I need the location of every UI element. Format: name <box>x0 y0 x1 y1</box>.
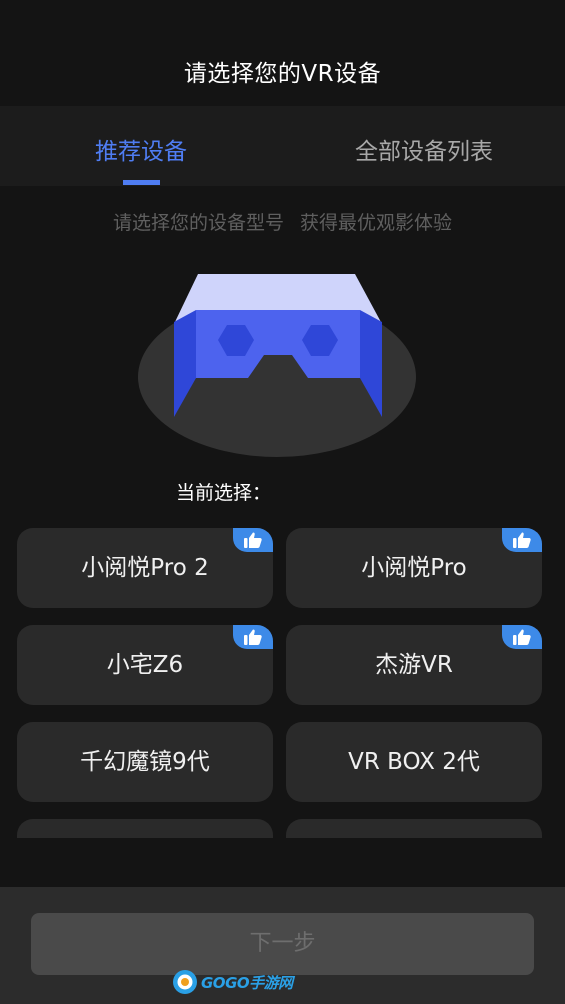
tab-all-devices[interactable]: 全部设备列表 <box>344 132 504 166</box>
watermark: GOGO手游网 <box>172 968 293 996</box>
device-name <box>286 819 542 838</box>
thumbs-up-icon <box>513 532 531 548</box>
device-card[interactable]: VR BOX 2代 <box>286 722 542 802</box>
recommended-badge <box>502 528 542 552</box>
device-card[interactable]: 杰游VR <box>286 625 542 705</box>
recommended-badge <box>233 528 273 552</box>
vr-device-selection-screen: 请选择您的VR设备 推荐设备 全部设备列表 请选择您的设备型号 获得最优观影体验… <box>0 0 565 1004</box>
vr-headset-illustration <box>130 260 430 460</box>
device-card[interactable] <box>286 819 542 838</box>
tab-recommended-devices[interactable]: 推荐设备 <box>81 132 201 166</box>
thumbs-up-icon <box>244 532 262 548</box>
device-card[interactable]: 小宅Z6 <box>17 625 273 705</box>
thumbs-up-icon <box>244 629 262 645</box>
next-step-button[interactable]: 下一步 <box>31 913 534 975</box>
watermark-text: GOGO手游网 <box>201 973 293 992</box>
recommended-badge <box>502 625 542 649</box>
device-card[interactable]: 小阅悦Pro <box>286 528 542 608</box>
device-card[interactable]: 千幻魔镜9代 <box>17 722 273 802</box>
page-title: 请选择您的VR设备 <box>183 61 382 87</box>
current-selection-label: 当前选择： <box>176 482 272 504</box>
device-name: VR BOX 2代 <box>348 749 480 775</box>
thumbs-up-icon <box>513 629 531 645</box>
subtitle: 请选择您的设备型号 获得最优观影体验 <box>112 212 453 234</box>
vr-headset-icon <box>138 274 416 457</box>
device-name: 千幻魔镜9代 <box>80 749 210 775</box>
header: 请选择您的VR设备 <box>0 0 565 106</box>
device-name <box>17 819 273 838</box>
gogo-logo-icon <box>173 970 197 994</box>
recommended-badge <box>233 625 273 649</box>
device-card[interactable]: 小阅悦Pro 2 <box>17 528 273 608</box>
tab-bar: 推荐设备 全部设备列表 <box>0 106 565 186</box>
active-tab-indicator <box>123 180 160 185</box>
device-list: 小阅悦Pro 2 小阅悦Pro 小宅Z6 杰游VR 千幻魔镜9代 VR BOX … <box>0 528 565 838</box>
device-card[interactable] <box>17 819 273 838</box>
